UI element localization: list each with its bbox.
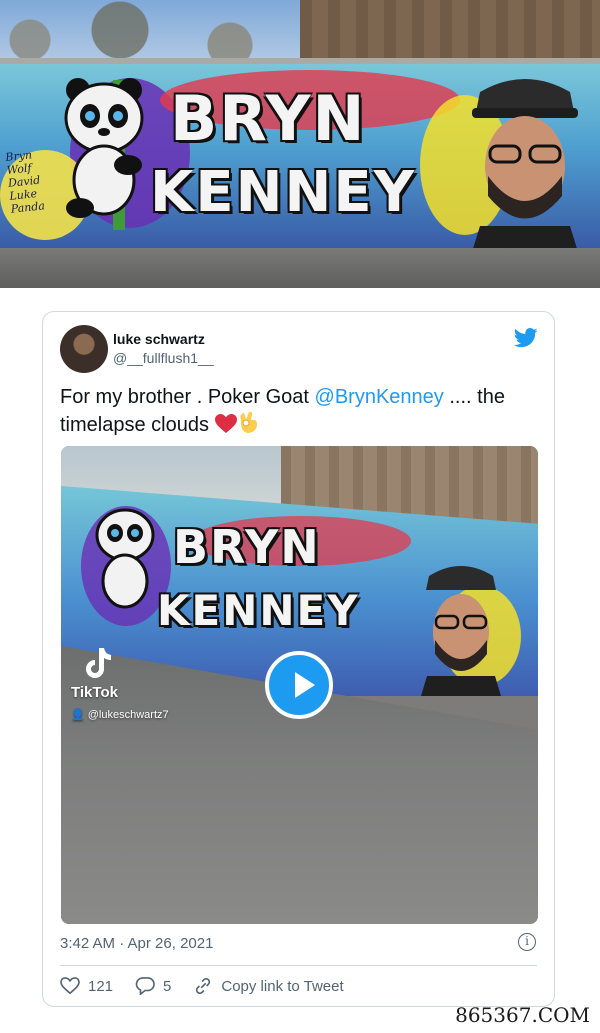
ok-hand-icon <box>239 411 257 433</box>
panda-character <box>64 78 144 230</box>
tiktok-label: TikTok <box>71 684 118 701</box>
like-button[interactable]: 121 <box>60 977 113 995</box>
brick-building <box>300 0 600 64</box>
info-icon[interactable]: i <box>518 933 536 951</box>
watermark: 865367.COM <box>455 1003 590 1027</box>
author-name[interactable]: luke schwartz <box>113 331 205 347</box>
tweet-timestamp[interactable]: 3:42 AM · Apr 26, 2021 <box>60 935 213 952</box>
play-icon[interactable] <box>265 651 333 719</box>
reply-button[interactable]: 5 <box>135 977 171 995</box>
tweet-actions: 121 5 Copy link to Tweet <box>60 974 366 998</box>
author-handle[interactable]: @__fullflush1__ <box>113 350 214 366</box>
reply-count: 5 <box>163 977 172 995</box>
mention-link[interactable]: @BrynKenney <box>315 386 444 408</box>
tweet-text: For my brother . Poker Goat @BrynKenney … <box>60 386 505 436</box>
video-graffiti-line2: KENNEY <box>157 586 360 635</box>
divider <box>60 965 537 966</box>
copy-link-label: Copy link to Tweet <box>221 977 344 995</box>
reply-icon <box>135 977 155 995</box>
tiktok-logo-icon <box>86 648 111 678</box>
twitter-bird-icon[interactable] <box>514 328 538 348</box>
link-icon <box>196 977 211 995</box>
graffiti-name-line1: BRYN <box>170 82 367 155</box>
video-graffiti-line1: BRYN <box>173 520 321 574</box>
tweet-card[interactable]: luke schwartz @__fullflush1__ For my bro… <box>42 311 555 1007</box>
avatar[interactable] <box>60 325 108 373</box>
tiktok-user: 👤 @lukeschwartz7 <box>71 709 169 721</box>
copy-link-button[interactable]: Copy link to Tweet <box>193 977 344 995</box>
portrait-character <box>472 79 578 252</box>
user-icon: 👤 <box>71 709 85 721</box>
video-portrait <box>421 566 501 696</box>
ground <box>0 248 600 288</box>
red-heart-icon <box>214 414 237 433</box>
video-panda <box>95 508 155 609</box>
mural-photo: Bryn Wolf David Luke Panda BRYN KENNEY <box>0 0 600 288</box>
trees <box>0 0 300 60</box>
video-player[interactable]: BRYN KENNEY TikTok 👤 @lukeschwartz7 <box>61 446 538 924</box>
like-count: 121 <box>88 977 114 995</box>
signature-tag: Bryn Wolf David Luke Panda <box>4 148 46 216</box>
graffiti-name-line2: KENNEY <box>150 160 417 225</box>
heart-icon <box>60 977 80 995</box>
